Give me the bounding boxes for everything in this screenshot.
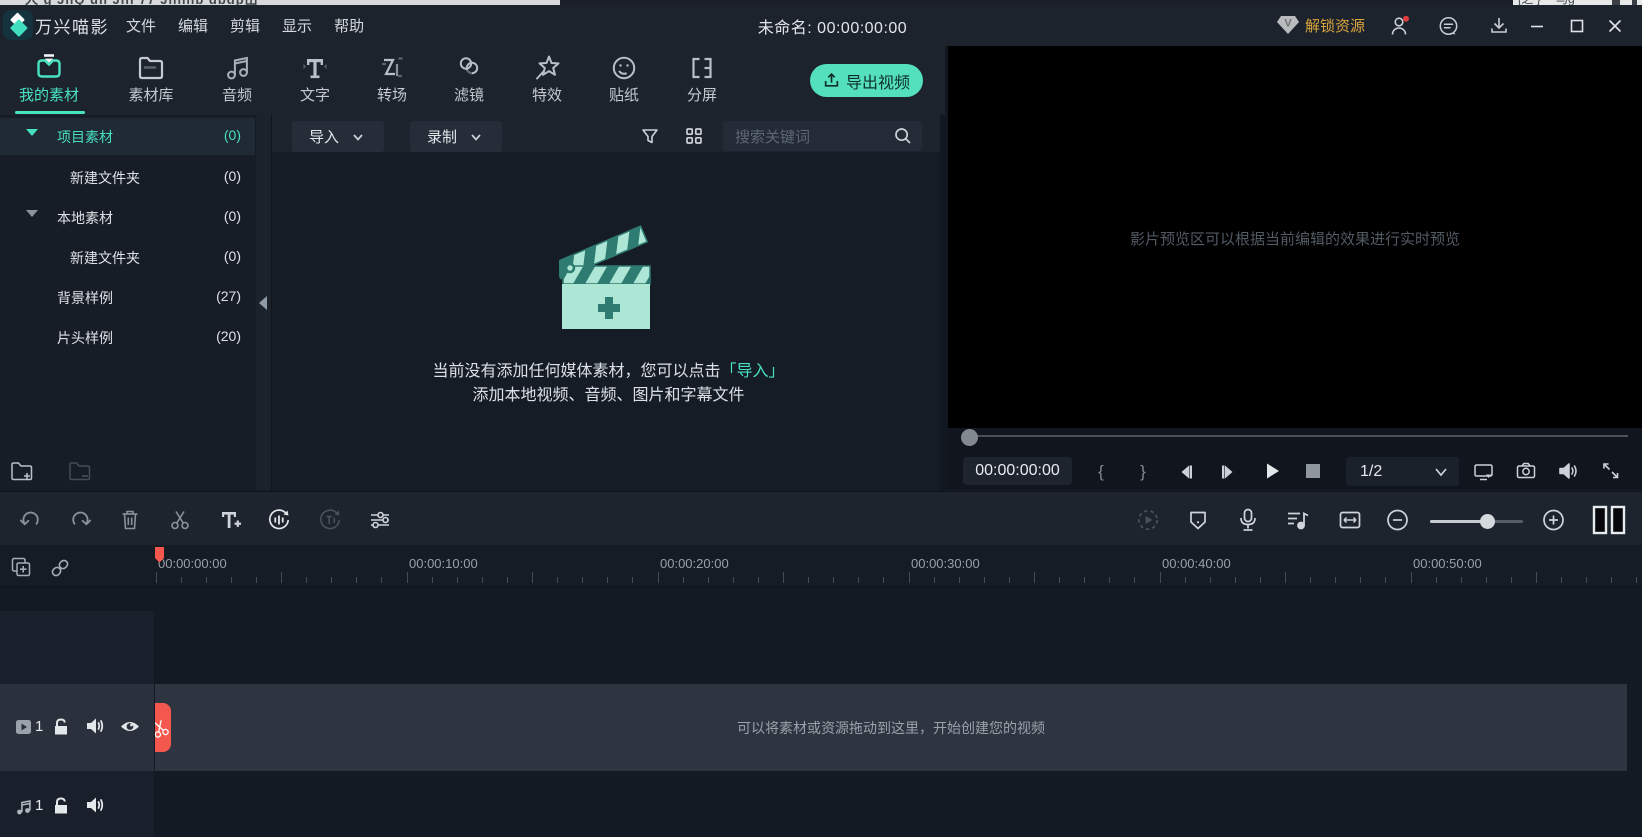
- svg-text:V: V: [1284, 18, 1292, 30]
